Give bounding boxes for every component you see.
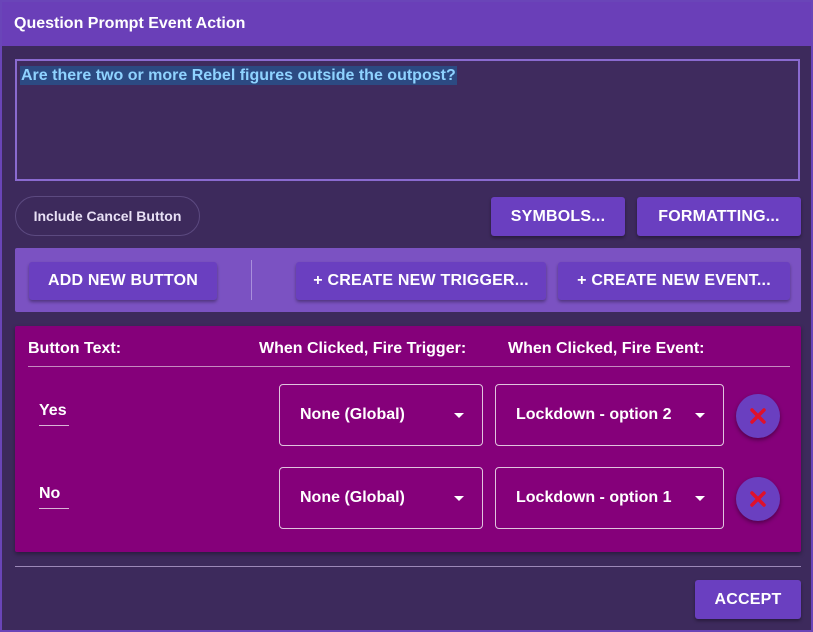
- chevron-down-icon: [454, 496, 464, 501]
- dialog-title: Question Prompt Event Action: [2, 2, 811, 46]
- event-select[interactable]: Lockdown - option 2: [495, 384, 724, 446]
- trigger-select[interactable]: None (Global): [279, 467, 483, 529]
- event-select-value: Lockdown - option 2: [516, 406, 672, 423]
- event-select-value: Lockdown - option 1: [516, 489, 672, 506]
- header-fire-event: When Clicked, Fire Event:: [508, 340, 705, 357]
- header-divider: [28, 366, 790, 367]
- close-icon: [750, 408, 766, 424]
- chevron-down-icon: [695, 413, 705, 418]
- delete-row-button[interactable]: [736, 477, 780, 521]
- toolbar-divider: [251, 260, 252, 300]
- buttons-table: Button Text: When Clicked, Fire Trigger:…: [15, 326, 801, 552]
- formatting-button[interactable]: FORMATTING...: [637, 197, 801, 236]
- delete-row-button[interactable]: [736, 394, 780, 438]
- footer-divider: [15, 566, 801, 567]
- chevron-down-icon: [454, 413, 464, 418]
- symbols-button[interactable]: SYMBOLS...: [491, 197, 625, 236]
- prompt-textarea[interactable]: Are there two or more Rebel figures outs…: [15, 59, 800, 181]
- table-row: Yes None (Global) Lockdown - option 2: [15, 384, 801, 448]
- header-fire-trigger: When Clicked, Fire Trigger:: [259, 340, 467, 357]
- add-new-button[interactable]: ADD NEW BUTTON: [29, 262, 217, 300]
- create-event-button[interactable]: + CREATE NEW EVENT...: [558, 262, 790, 300]
- header-button-text: Button Text:: [28, 340, 122, 357]
- question-prompt-dialog: Question Prompt Event Action Are there t…: [0, 0, 813, 632]
- button-text-input[interactable]: Yes: [39, 402, 69, 426]
- chevron-down-icon: [695, 496, 705, 501]
- trigger-select-value: None (Global): [300, 489, 405, 506]
- prompt-text: Are there two or more Rebel figures outs…: [20, 66, 457, 85]
- trigger-select-value: None (Global): [300, 406, 405, 423]
- event-select[interactable]: Lockdown - option 1: [495, 467, 724, 529]
- accept-button[interactable]: ACCEPT: [695, 580, 801, 619]
- close-icon: [750, 491, 766, 507]
- button-text-input[interactable]: No: [39, 485, 69, 509]
- table-row: No None (Global) Lockdown - option 1: [15, 467, 801, 531]
- create-trigger-button[interactable]: + CREATE NEW TRIGGER...: [296, 262, 546, 300]
- trigger-select[interactable]: None (Global): [279, 384, 483, 446]
- include-cancel-toggle[interactable]: Include Cancel Button: [15, 196, 200, 236]
- button-toolbar: ADD NEW BUTTON + CREATE NEW TRIGGER... +…: [15, 248, 801, 312]
